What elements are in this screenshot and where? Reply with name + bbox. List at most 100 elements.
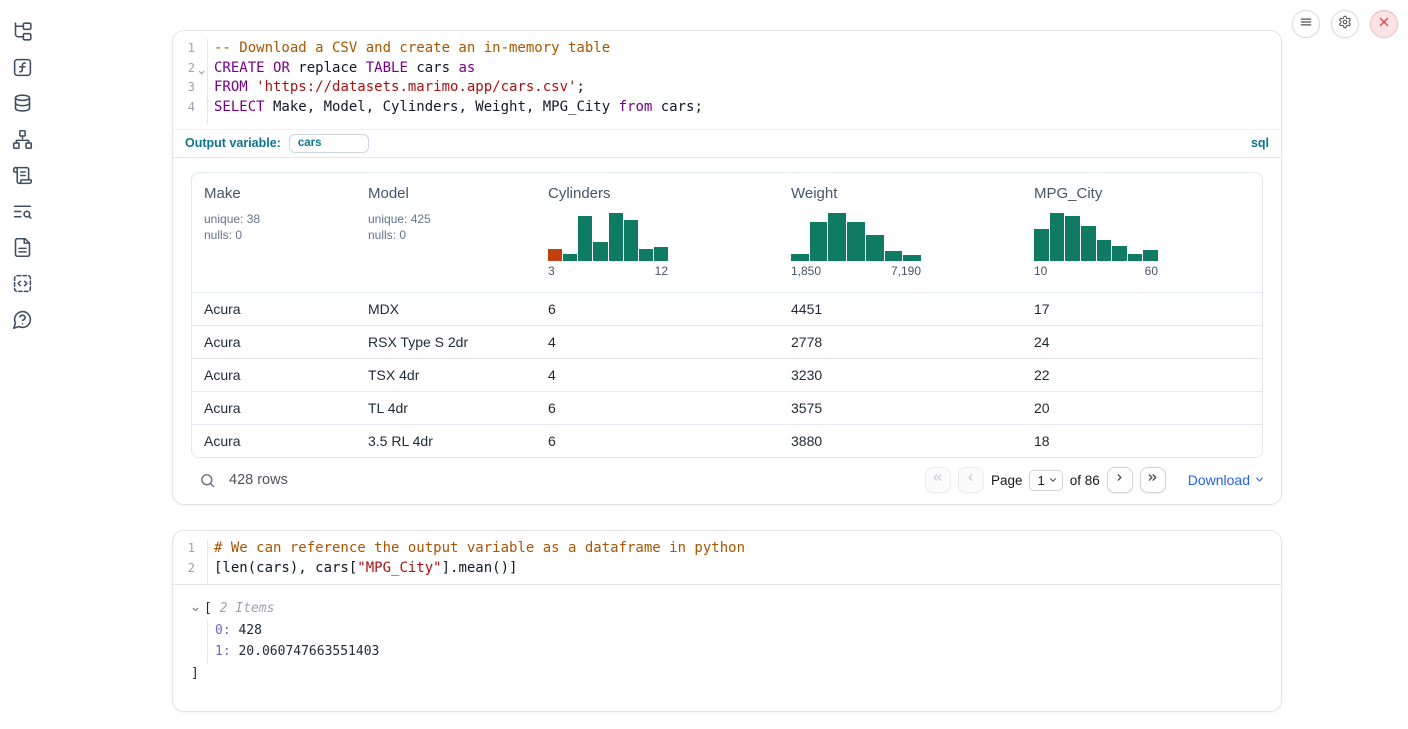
histogram-bar xyxy=(810,222,828,261)
table-cell: 6 xyxy=(536,425,779,457)
tree-item-key: 0: xyxy=(215,620,231,642)
histogram-bar xyxy=(624,220,638,261)
page-select[interactable]: 1 xyxy=(1029,470,1062,491)
output-variable-input[interactable] xyxy=(289,134,369,153)
prev-page-button[interactable] xyxy=(958,467,984,493)
histogram-bar xyxy=(1034,229,1049,261)
output-tree: [ 2 Items0: 4281: 20.060747663551403] xyxy=(173,585,1281,684)
search-icon[interactable] xyxy=(199,472,216,489)
column-header-make[interactable]: Makeunique: 38nulls: 0 xyxy=(192,173,356,292)
line-number: 2 xyxy=(173,559,208,579)
text-search-icon[interactable] xyxy=(12,201,33,222)
line-number: 2 xyxy=(173,59,208,79)
column-histogram[interactable] xyxy=(1034,213,1158,261)
table-cell: Acura xyxy=(192,293,356,325)
table-cell: TSX 4dr xyxy=(356,359,536,391)
code-line[interactable]: 3FROM 'https://datasets.marimo.app/cars.… xyxy=(173,78,1281,98)
table-cell: 3575 xyxy=(779,392,1022,424)
sql-editor[interactable]: 1-- Download a CSV and create an in-memo… xyxy=(173,31,1281,124)
column-header-cylinders[interactable]: Cylinders 3 12 xyxy=(536,173,779,292)
table-cell: 3230 xyxy=(779,359,1022,391)
collapse-chevron-icon[interactable] xyxy=(191,605,204,614)
column-header-mpg_city[interactable]: MPG_City 10 60 xyxy=(1022,173,1262,292)
download-label: Download xyxy=(1188,472,1250,488)
first-page-button[interactable] xyxy=(925,467,951,493)
file-tree-icon[interactable] xyxy=(12,21,33,42)
table-row[interactable]: Acura3.5 RL 4dr6388018 xyxy=(192,424,1262,457)
table-row[interactable]: AcuraTSX 4dr4323022 xyxy=(192,358,1262,391)
histogram-bar xyxy=(1143,250,1158,261)
table-cell: Acura xyxy=(192,326,356,358)
pagination: Page 1 of 86 xyxy=(925,467,1166,493)
code-line[interactable]: 4SELECT Make, Model, Cylinders, Weight, … xyxy=(173,98,1281,118)
tree-item: 1: 20.060747663551403 xyxy=(215,641,1281,663)
histogram-bar xyxy=(866,235,884,261)
column-header-model[interactable]: Modelunique: 425nulls: 0 xyxy=(356,173,536,292)
table-cell: 20 xyxy=(1022,392,1262,424)
table-cell: 6 xyxy=(536,392,779,424)
tree-item-key: 1: xyxy=(215,641,231,663)
histogram-min-label: 10 xyxy=(1034,264,1047,278)
menu-button[interactable] xyxy=(1292,10,1320,38)
histogram-bar xyxy=(578,216,592,261)
column-title: Cylinders xyxy=(548,185,767,202)
code-line[interactable]: 2CREATE OR replace TABLE cars as xyxy=(173,59,1281,79)
histogram-max-label: 12 xyxy=(655,264,668,278)
chevron-left-icon xyxy=(964,471,977,489)
histogram-bar xyxy=(1081,226,1096,261)
table-row[interactable]: AcuraTL 4dr6357520 xyxy=(192,391,1262,424)
table-cell: 18 xyxy=(1022,425,1262,457)
histogram-bar xyxy=(828,213,846,261)
tree-item: 0: 428 xyxy=(215,620,1281,642)
tree-item-value: 428 xyxy=(231,620,262,642)
line-number: 3 xyxy=(173,78,208,98)
python-cell: 1# We can reference the output variable … xyxy=(172,530,1282,712)
histogram-max-label: 60 xyxy=(1145,264,1158,278)
table-row[interactable]: AcuraMDX6445117 xyxy=(192,292,1262,325)
histogram-min-label: 1,850 xyxy=(791,264,821,278)
column-stats: unique: 38nulls: 0 xyxy=(204,211,344,244)
download-button[interactable]: Download xyxy=(1188,472,1265,488)
line-number: 4 xyxy=(173,98,208,118)
scroll-text-icon[interactable] xyxy=(12,165,33,186)
fold-chevron-icon[interactable] xyxy=(197,64,206,73)
code-line[interactable]: 1# We can reference the output variable … xyxy=(173,539,1281,559)
code-square-icon[interactable] xyxy=(12,273,33,294)
histogram-bar xyxy=(1065,216,1080,261)
column-histogram[interactable] xyxy=(548,213,668,261)
help-circle-icon[interactable] xyxy=(12,309,33,330)
table-cell: Acura xyxy=(192,425,356,457)
function-square-icon[interactable] xyxy=(12,57,33,78)
table-cell: 24 xyxy=(1022,326,1262,358)
table-footer: 428 rows Page 1 of 86 Download xyxy=(173,458,1281,503)
column-title: MPG_City xyxy=(1034,185,1250,202)
table-cell: RSX Type S 2dr xyxy=(356,326,536,358)
line-number: 1 xyxy=(173,39,208,59)
table-cell: 3.5 RL 4dr xyxy=(356,425,536,457)
code-line[interactable]: 1-- Download a CSV and create an in-memo… xyxy=(173,39,1281,59)
code-line[interactable]: 2[len(cars), cars["MPG_City"].mean()] xyxy=(173,559,1281,579)
page-label: Page xyxy=(991,473,1023,488)
table-cell: TL 4dr xyxy=(356,392,536,424)
settings-button[interactable] xyxy=(1331,10,1359,38)
shutdown-button[interactable] xyxy=(1370,10,1398,38)
file-text-icon[interactable] xyxy=(12,237,33,258)
histogram-bar xyxy=(563,254,577,261)
column-stats: unique: 425nulls: 0 xyxy=(368,211,524,244)
tree-items-count: 2 Items xyxy=(220,598,275,620)
database-icon[interactable] xyxy=(12,93,33,114)
histogram-bar xyxy=(593,242,607,261)
histogram-min-label: 3 xyxy=(548,264,555,278)
column-histogram[interactable] xyxy=(791,213,921,261)
column-header-weight[interactable]: Weight1,8507,190 xyxy=(779,173,1022,292)
next-page-button[interactable] xyxy=(1107,467,1133,493)
output-variable-label: Output variable: xyxy=(185,136,281,150)
close-icon xyxy=(1377,15,1391,34)
last-page-button[interactable] xyxy=(1140,467,1166,493)
table-row[interactable]: AcuraRSX Type S 2dr4277824 xyxy=(192,325,1262,358)
gear-icon xyxy=(1338,15,1352,34)
histogram-bar xyxy=(609,213,623,261)
network-icon[interactable] xyxy=(12,129,33,150)
tree-root-line[interactable]: [ 2 Items xyxy=(191,598,1281,620)
python-editor[interactable]: 1# We can reference the output variable … xyxy=(173,531,1281,584)
